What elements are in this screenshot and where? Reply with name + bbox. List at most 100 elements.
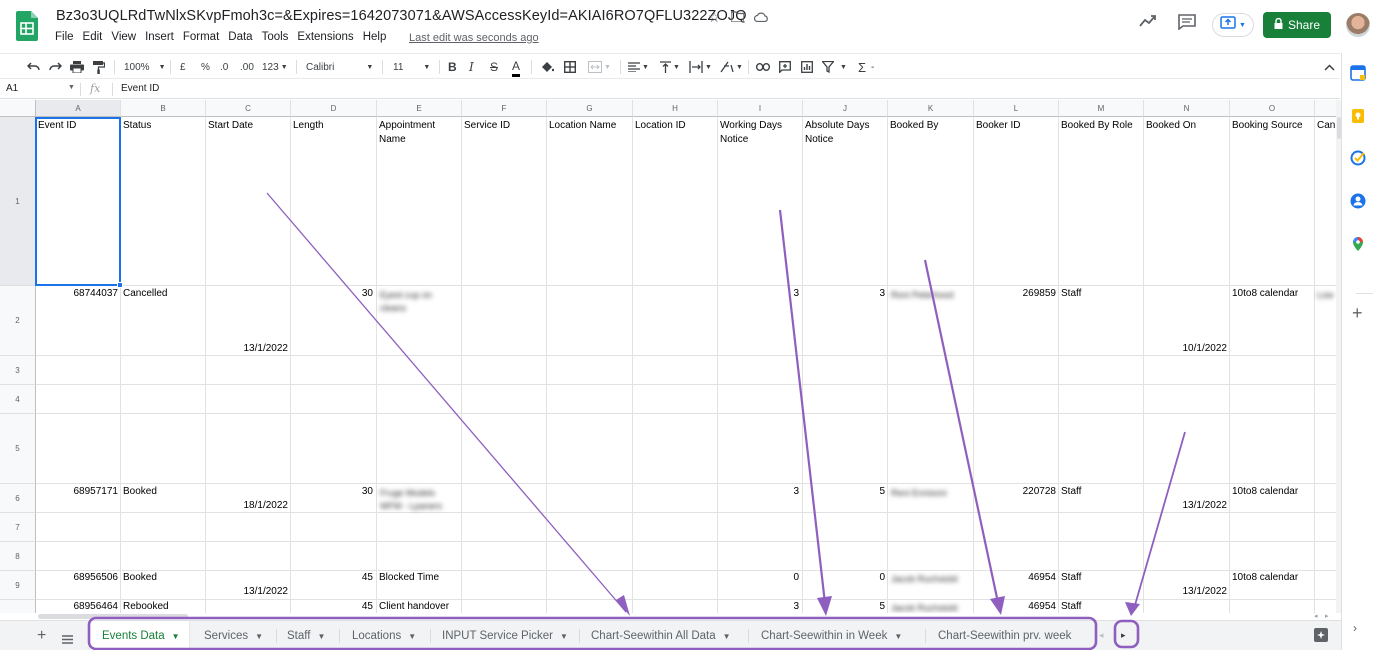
cell-status[interactable]: Cancelled [123, 287, 167, 301]
tab-chart-seewithin-prv-week[interactable]: Chart-Seewithin prv. week [926, 621, 1088, 650]
document-title[interactable]: Bz3o3UQLRdTwNlxSKvpFmoh3c=&Expires=16420… [56, 8, 747, 24]
menu-tools[interactable]: Tools [262, 31, 289, 43]
cell-status[interactable]: Rebooked [123, 600, 169, 613]
menu-view[interactable]: View [111, 31, 136, 43]
cell-event-id[interactable]: 68744037 [38, 287, 119, 301]
cell-booked-on[interactable]: 10/1/2022 [1146, 342, 1228, 356]
column-header-b[interactable]: B [121, 100, 206, 117]
column-header-h[interactable]: H [633, 100, 718, 117]
column-header-p[interactable] [1315, 100, 1336, 117]
collapse-toolbar-icon[interactable] [1324, 58, 1335, 76]
filter-icon[interactable]: ▼ [822, 58, 847, 76]
expand-panel-chevron-icon[interactable]: › [1353, 621, 1369, 637]
currency-format-button[interactable]: £ [180, 58, 186, 76]
horizontal-scrollbar-thumb[interactable] [38, 614, 188, 619]
add-sheet-icon[interactable]: + [37, 627, 46, 645]
name-box[interactable]: A1 [6, 83, 18, 94]
cell-working-days-notice[interactable]: 3 [720, 485, 799, 499]
menu-help[interactable]: Help [363, 31, 387, 43]
header-cell-can[interactable]: Can [1317, 119, 1336, 133]
increase-decimal-button[interactable]: .00 [240, 58, 254, 76]
header-cell-length[interactable]: Length [293, 119, 373, 133]
tab-events-data[interactable]: Events Data ▼ [90, 621, 189, 650]
undo-icon[interactable] [27, 58, 40, 76]
bold-button[interactable]: B [448, 58, 457, 76]
cell-booker-id[interactable]: 269859 [976, 287, 1056, 301]
cell-appointment-name-redacted[interactable]: Fruge Models WFM - Lpaners [380, 487, 450, 513]
cell-event-id[interactable]: 68956506 [38, 571, 119, 585]
calendar-icon[interactable] [1350, 65, 1366, 81]
scroll-left-arrow-icon[interactable]: ◂ [1314, 612, 1318, 620]
cell-booked-by-role[interactable]: Staff [1061, 600, 1081, 613]
spreadsheet-grid[interactable]: A B C D E F G H I J K L M N O 1 2 3 4 5 … [0, 100, 1336, 613]
cell-start-date[interactable]: 13/1/2022 [208, 585, 289, 599]
star-icon[interactable]: ☆ [708, 9, 721, 26]
text-rotation-icon[interactable]: ▼ [720, 58, 743, 76]
header-cell-appointment-name[interactable]: Appointment Name [379, 119, 453, 147]
cell-booked-on[interactable]: 13/1/2022 [1146, 585, 1228, 599]
header-cell-working-days-notice[interactable]: Working Days Notice [720, 119, 798, 147]
paint-format-icon[interactable] [93, 58, 105, 76]
cell-event-id[interactable]: 68957171 [38, 485, 119, 499]
italic-button[interactable]: I [469, 58, 474, 76]
cell-working-days-notice[interactable]: 0 [720, 571, 799, 585]
cell-booking-source[interactable]: 10to8 calendar [1232, 287, 1298, 301]
scroll-tabs-right-icon[interactable]: ▸ [1121, 630, 1126, 641]
cell-working-days-notice[interactable]: 3 [720, 287, 799, 301]
row-header-3[interactable]: 3 [0, 356, 36, 385]
row-header-6[interactable]: 6 [0, 484, 36, 513]
row-header-4[interactable]: 4 [0, 385, 36, 414]
explore-icon[interactable] [1314, 628, 1328, 647]
comments-icon[interactable] [1178, 14, 1196, 35]
tab-services[interactable]: Services ▼ [191, 621, 277, 650]
menu-extensions[interactable]: Extensions [297, 31, 353, 43]
cell-booked-by-role[interactable]: Staff [1061, 571, 1081, 585]
menu-format[interactable]: Format [183, 31, 219, 43]
column-header-f[interactable]: F [462, 100, 547, 117]
menu-edit[interactable]: Edit [83, 31, 103, 43]
cell-length[interactable]: 30 [293, 485, 373, 499]
row-header-1[interactable]: 1 [0, 117, 36, 286]
header-cell-service-id[interactable]: Service ID [464, 119, 544, 133]
maps-icon[interactable] [1350, 236, 1366, 252]
header-cell-booker-id[interactable]: Booker ID [976, 119, 1056, 133]
cell-start-date[interactable]: 13/1/2022 [208, 342, 289, 356]
column-header-a[interactable]: A [36, 100, 121, 117]
row-header-10[interactable] [0, 600, 36, 613]
cell-booking-source[interactable]: 10to8 calendar [1232, 485, 1298, 499]
add-addon-icon[interactable]: + [1352, 304, 1368, 322]
more-formats-button[interactable]: 123 ▼ [262, 58, 288, 76]
text-wrapping-icon[interactable]: ▼ [689, 58, 712, 76]
all-sheets-icon[interactable] [62, 631, 73, 649]
cell-length[interactable]: 45 [293, 600, 373, 613]
header-cell-booked-by[interactable]: Booked By [890, 119, 970, 133]
column-header-i[interactable]: I [718, 100, 803, 117]
column-header-d[interactable]: D [291, 100, 377, 117]
cell-booked-by-role[interactable]: Staff [1061, 287, 1081, 301]
row-header-9[interactable]: 9 [0, 571, 36, 600]
horizontal-align-icon[interactable]: ▼ [628, 58, 649, 76]
strikethrough-button[interactable]: S [490, 58, 498, 76]
keep-icon[interactable] [1350, 108, 1366, 124]
menu-data[interactable]: Data [228, 31, 252, 43]
cell-booker-id[interactable]: 46954 [976, 600, 1056, 613]
print-icon[interactable] [70, 58, 84, 76]
cell-absolute-days-notice[interactable]: 0 [805, 571, 885, 585]
column-header-n[interactable]: N [1144, 100, 1230, 117]
present-button[interactable]: ▼ [1212, 13, 1254, 37]
formula-input[interactable]: Event ID [121, 83, 159, 94]
header-cell-start-date[interactable]: Start Date [208, 119, 288, 133]
vertical-align-icon[interactable]: ▼ [660, 58, 680, 76]
header-cell-location-id[interactable]: Location ID [635, 119, 715, 133]
cell-length[interactable]: 30 [293, 287, 373, 301]
select-all-corner[interactable] [0, 100, 36, 117]
contacts-icon[interactable] [1350, 193, 1366, 209]
zoom-select[interactable]: 100% ▼ [124, 58, 166, 76]
functions-button[interactable]: Σ- [858, 58, 874, 76]
column-header-c[interactable]: C [206, 100, 291, 117]
fill-color-icon[interactable] [541, 58, 554, 76]
cell-status[interactable]: Booked [123, 485, 157, 499]
cell-booked-by-redacted[interactable]: Jacob Ruchstold [891, 602, 958, 613]
column-header-k[interactable]: K [888, 100, 974, 117]
menu-file[interactable]: File [55, 31, 74, 43]
